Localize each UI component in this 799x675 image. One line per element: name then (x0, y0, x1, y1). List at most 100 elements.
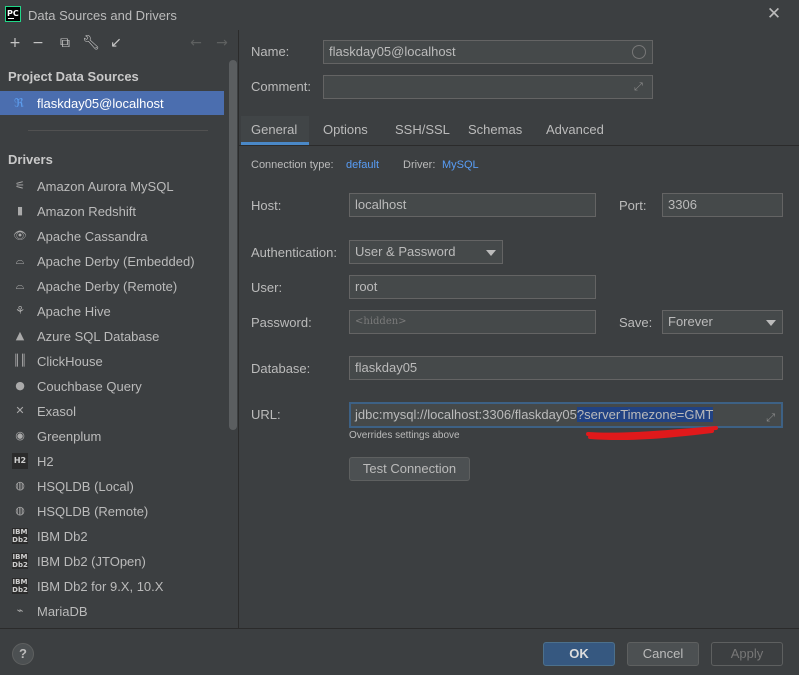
driver-item-apache-cassandra[interactable]: 👁︎ Apache Cassandra (0, 224, 224, 249)
help-button[interactable]: ? (12, 643, 34, 665)
exasol-icon: ✕ (15, 404, 25, 417)
tab-advanced[interactable]: Advanced (546, 122, 604, 137)
driver-label: Azure SQL Database (37, 329, 160, 344)
driver-item-apache-derby-embedded[interactable]: ⌓ Apache Derby (Embedded) (0, 249, 224, 274)
driver-item-ibm-db2[interactable]: IBM Db2 IBM Db2 (0, 524, 224, 549)
driver-label: IBM Db2 for 9.X, 10.X (37, 579, 164, 594)
cancel-button[interactable]: Cancel (627, 642, 699, 666)
dialog-footer: ? OK Cancel Apply (0, 628, 799, 675)
database-field[interactable]: flaskday05 (349, 356, 783, 380)
db2-icon: IBM Db2 (12, 528, 28, 544)
driver-item-apache-derby-remote[interactable]: ⌓ Apache Derby (Remote) (0, 274, 224, 299)
redshift-icon: ▮ (16, 204, 24, 217)
test-connection-button[interactable]: Test Connection (349, 457, 470, 481)
driver-label: HSQLDB (Remote) (37, 504, 149, 519)
add-icon[interactable]: + (6, 34, 24, 52)
driver-item-greenplum[interactable]: ◉ Greenplum (0, 424, 224, 449)
driver-item-h2[interactable]: H2 H2 (0, 449, 224, 474)
connection-type-link[interactable]: default (346, 159, 379, 171)
url-hint: Overrides settings above (349, 430, 460, 441)
port-field[interactable]: 3306 (662, 193, 783, 217)
expand-icon[interactable]: ⤢ (634, 80, 643, 94)
save-dropdown[interactable]: Forever (662, 310, 783, 334)
color-circle-icon[interactable] (632, 45, 646, 59)
data-source-label: flaskday05@localhost (37, 96, 164, 111)
url-label: URL: (251, 407, 281, 422)
driver-item-couchbase-query[interactable]: ● Couchbase Query (0, 374, 224, 399)
settings-wrench-icon[interactable]: 🔧︎ (82, 34, 100, 52)
settings-panel: Name: flaskday05@localhost Comment: ⤢ Ge… (239, 30, 799, 628)
port-label: Port: (619, 198, 647, 213)
aurora-icon: ⚟ (15, 179, 25, 192)
apply-button[interactable]: Apply (711, 642, 783, 666)
hsqldb-icon: ◍ (15, 504, 25, 517)
comment-field[interactable] (323, 75, 653, 99)
driver-label: Apache Derby (Remote) (37, 279, 178, 294)
driver-label: Apache Derby (Embedded) (37, 254, 195, 269)
left-panel: + − ⧉ 🔧︎ ↙ ← → Project Data Sources ℜ fl… (0, 30, 238, 628)
data-source-item[interactable]: ℜ flaskday05@localhost (0, 91, 224, 115)
couchbase-icon: ● (15, 379, 25, 392)
remove-icon[interactable]: − (29, 34, 47, 52)
ok-button[interactable]: OK (543, 642, 615, 666)
duplicate-icon[interactable]: ⧉ (56, 34, 74, 52)
authentication-dropdown[interactable]: User & Password (349, 240, 503, 264)
host-field[interactable]: localhost (349, 193, 596, 217)
driver-item-amazon-redshift[interactable]: ▮ Amazon Redshift (0, 199, 224, 224)
drivers-title: Drivers (8, 152, 53, 167)
hive-icon: ⚘ (15, 304, 25, 317)
derby-icon: ⌓ (15, 254, 25, 267)
tab-bar: General Options SSH/SSL Schemas Advanced (239, 116, 799, 146)
window-title: Data Sources and Drivers (28, 8, 177, 23)
sidebar-toolbar: + − ⧉ 🔧︎ ↙ ← → (0, 30, 238, 58)
driver-item-azure-sql-database[interactable]: ▲ Azure SQL Database (0, 324, 224, 349)
driver-item-mariadb[interactable]: ⌁ MariaDB (0, 599, 224, 624)
name-field[interactable]: flaskday05@localhost (323, 40, 653, 64)
sidebar-scrollbar-thumb[interactable] (229, 60, 237, 430)
driver-link[interactable]: MySQL (442, 159, 479, 171)
url-text: jdbc:mysql://localhost:3306/flaskday05 (355, 407, 577, 422)
tab-active-indicator (241, 142, 309, 145)
url-field[interactable]: jdbc:mysql://localhost:3306/flaskday05?s… (349, 402, 783, 428)
db2-icon: IBM Db2 (12, 578, 28, 594)
close-icon[interactable]: ✕ (766, 5, 782, 23)
tab-schemas[interactable]: Schemas (468, 122, 522, 137)
driver-label: Couchbase Query (37, 379, 142, 394)
driver-item-hsqldb-remote[interactable]: ◍ HSQLDB (Remote) (0, 499, 224, 524)
tab-ssh-ssl[interactable]: SSH/SSL (395, 122, 450, 137)
driver-item-exasol[interactable]: ✕ Exasol (0, 399, 224, 424)
driver-item-amazon-aurora-mysql[interactable]: ⚟ Amazon Aurora MySQL (0, 174, 224, 199)
driver-label: IBM Db2 (37, 529, 88, 544)
driver-label: Amazon Aurora MySQL (37, 179, 174, 194)
database-label: Database: (251, 361, 311, 376)
hsqldb-icon: ◍ (15, 479, 25, 492)
password-field[interactable]: <hidden> (349, 310, 596, 334)
mysql-datasource-icon: ℜ (14, 96, 24, 110)
user-field[interactable]: root (349, 275, 596, 299)
chevron-down-icon (766, 320, 776, 326)
driver-item-apache-hive[interactable]: ⚘ Apache Hive (0, 299, 224, 324)
driver-label: Greenplum (37, 429, 102, 444)
driver-item-ibm-db2-jtopen[interactable]: IBM Db2 IBM Db2 (JTOpen) (0, 549, 224, 574)
driver-label: Amazon Redshift (37, 204, 136, 219)
import-icon[interactable]: ↙ (107, 34, 125, 52)
driver-item-ibm-db2-9x-10x[interactable]: IBM Db2 IBM Db2 for 9.X, 10.X (0, 574, 224, 599)
host-label: Host: (251, 198, 282, 213)
tab-options[interactable]: Options (323, 122, 368, 137)
forward-arrow-icon[interactable]: → (213, 34, 231, 52)
driver-label: MariaDB (37, 604, 88, 619)
url-selected-text: ?serverTimezone=GMT (576, 407, 714, 422)
connection-type-label: Connection type: (251, 159, 334, 171)
pycharm-app-icon: PC (5, 6, 21, 22)
db2-icon: IBM Db2 (12, 553, 28, 569)
driver-label: HSQLDB (Local) (37, 479, 134, 494)
back-arrow-icon[interactable]: ← (187, 34, 205, 52)
expand-icon[interactable]: ⤢ (766, 407, 775, 429)
name-label: Name: (251, 44, 290, 59)
driver-item-clickhouse[interactable]: ║║ ClickHouse (0, 349, 224, 374)
authentication-label: Authentication: (251, 245, 338, 260)
greenplum-icon: ◉ (15, 429, 25, 442)
driver-item-hsqldb-local[interactable]: ◍ HSQLDB (Local) (0, 474, 224, 499)
tab-general[interactable]: General (251, 122, 297, 137)
password-label: Password: (251, 315, 312, 330)
